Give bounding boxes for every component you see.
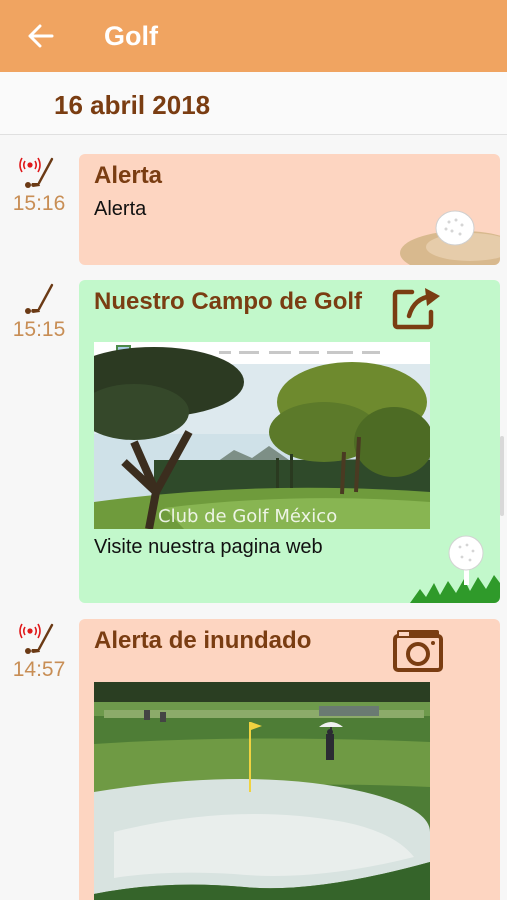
flooded-green-image[interactable] [94,682,430,900]
back-button[interactable] [16,11,66,61]
card-title: Alerta de inundado [94,627,312,654]
card-text: Alerta [94,198,147,220]
golf-ball-tee-decoration [410,535,500,603]
web-link-card[interactable]: Nuestro Campo de Golf Club de Golf Méxic… [79,280,500,603]
entry-time: 14:57 [12,658,66,681]
card-text: Visite nuestra pagina web [94,536,323,558]
golf-club-icon [25,283,54,314]
view-photo-button[interactable] [393,628,443,677]
alert-card[interactable]: Alerta Alerta [79,154,500,265]
arrow-left-icon [28,24,54,48]
website-preview-image[interactable]: Club de Golf México [94,342,430,529]
alert-golf-club-icon [19,157,54,188]
timeline[interactable]: 15:16 Alerta Alerta 15:15 Nuestro Campo … [0,136,507,900]
golf-ball-sand-decoration [400,210,500,265]
alert-golf-club-icon [19,623,54,654]
timeline-marker: 15:16 [0,156,78,216]
card-title: Alerta [94,162,163,189]
entry-time: 15:15 [12,318,66,341]
timeline-marker: 15:15 [0,282,78,342]
scrollbar[interactable] [500,436,504,516]
open-link-button[interactable] [392,286,444,335]
flooded-golf-green-photo [94,682,430,900]
date-label: 16 abril 2018 [54,90,211,120]
app-bar: Golf [0,0,507,72]
image-caption: Club de Golf México [158,506,338,527]
timeline-marker: 14:57 [0,622,78,682]
photo-alert-card[interactable]: Alerta de inundado [79,619,500,900]
golf-course-photo [94,342,430,529]
external-link-icon [392,288,440,330]
card-title: Nuestro Campo de Golf [94,288,363,315]
entry-time: 15:16 [12,192,66,215]
page-title: Golf [104,20,158,51]
date-header: 16 abril 2018 [0,72,507,135]
camera-icon [393,630,443,672]
